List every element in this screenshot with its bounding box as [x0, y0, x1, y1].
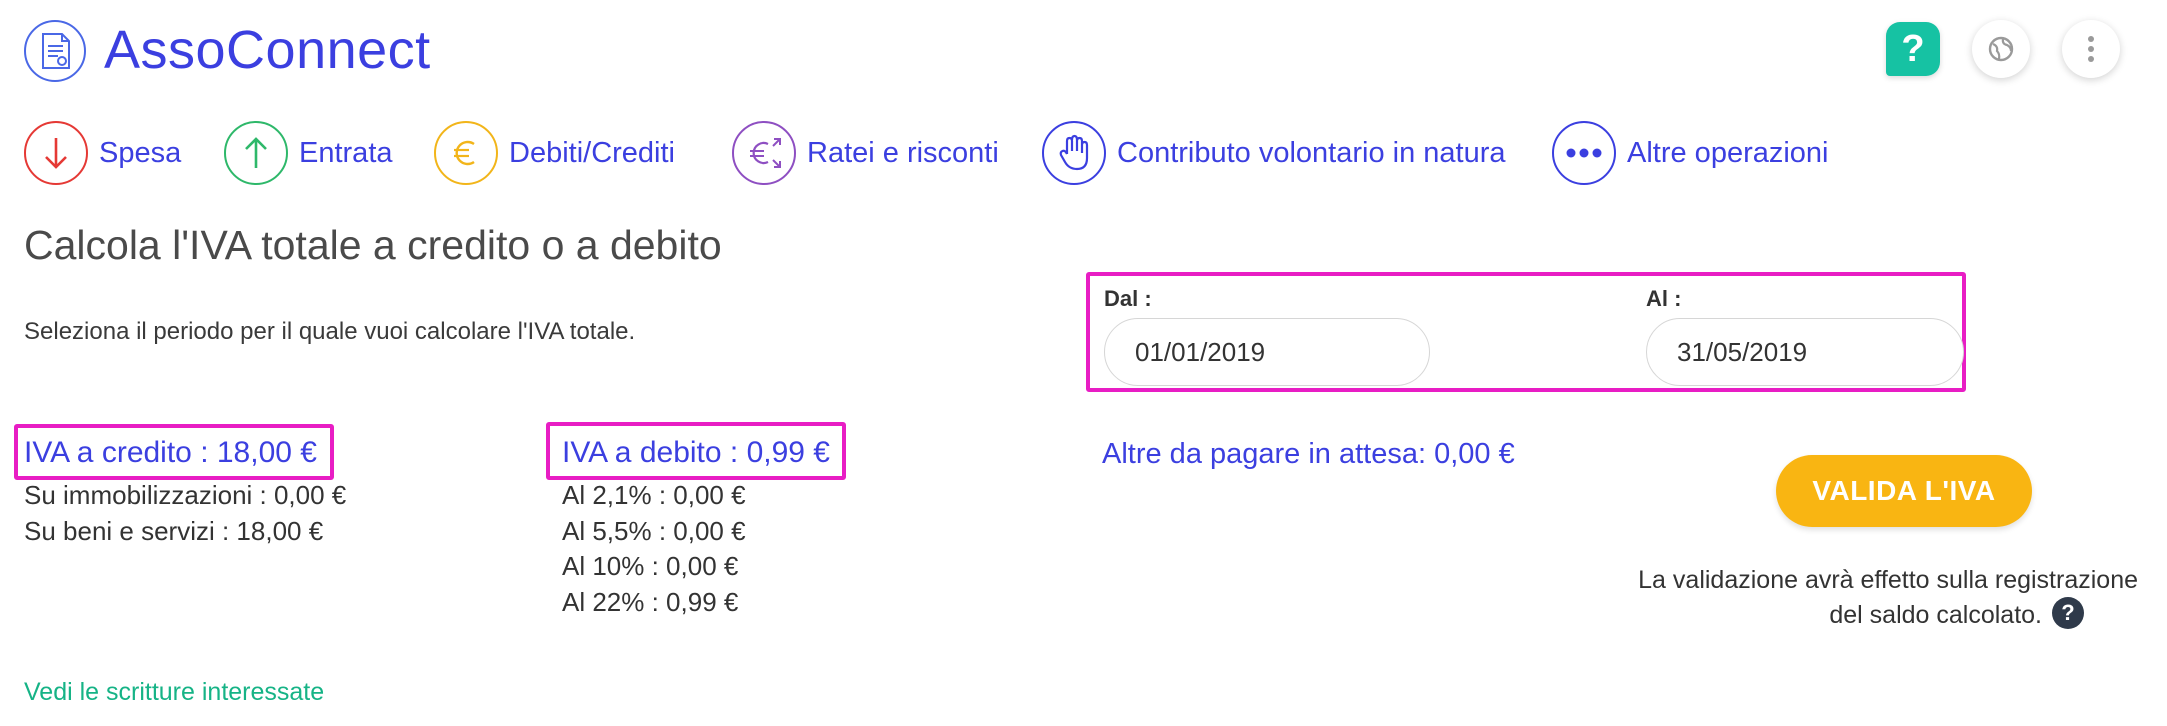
date-from-label: Dal : — [1104, 286, 1152, 311]
op-spesa[interactable]: Spesa — [24, 120, 181, 186]
euro-icon — [434, 121, 498, 185]
hand-icon — [1042, 121, 1106, 185]
validation-note: del saldo calcolato. — [1829, 601, 2042, 629]
debit-line: Al 2,1% : 0,00 € — [562, 480, 746, 510]
globe-button[interactable] — [1972, 20, 2030, 78]
arrow-down-icon — [24, 121, 88, 185]
op-ratei-risconti[interactable]: Ratei e risconti — [732, 120, 999, 186]
op-contributo-natura-label: Contributo volontario in natura — [1117, 136, 1506, 169]
more-dots-icon — [1552, 121, 1616, 185]
brand-title[interactable]: AssoConnect — [104, 16, 431, 84]
debit-line: Al 10% : 0,00 € — [562, 551, 739, 581]
iva-debit-total: IVA a debito : 0,99 € — [562, 436, 830, 469]
debit-line: Al 22% : 0,99 € — [562, 587, 739, 617]
credit-line: Su immobilizzazioni : 0,00 € — [24, 480, 347, 510]
app-logo-icon[interactable] — [24, 20, 86, 82]
date-to-label: Al : — [1646, 286, 1682, 311]
op-ratei-risconti-label: Ratei e risconti — [807, 136, 999, 169]
kebab-icon — [2088, 36, 2094, 62]
iva-credit-total: IVA a credito : 18,00 € — [24, 436, 317, 469]
validate-iva-button[interactable]: VALIDA L'IVA — [1776, 455, 2032, 527]
op-debiti-crediti[interactable]: Debiti/Crediti — [434, 120, 675, 186]
view-entries-link[interactable]: Vedi le scritture interessate — [24, 678, 324, 707]
help-circle-icon[interactable]: ? — [2052, 597, 2084, 629]
page-title: Calcola l'IVA totale a credito o a debit… — [24, 222, 722, 268]
op-entrata-label: Entrata — [299, 136, 393, 169]
op-entrata[interactable]: Entrata — [224, 120, 393, 186]
date-from-input[interactable] — [1104, 318, 1430, 386]
globe-icon — [1988, 36, 2014, 62]
op-altre-operazioni[interactable]: Altre operazioni — [1552, 120, 1829, 186]
op-debiti-crediti-label: Debiti/Crediti — [509, 136, 675, 169]
help-button[interactable]: ? — [1886, 22, 1940, 76]
more-menu-button[interactable] — [2062, 20, 2120, 78]
page-subtitle: Seleziona il periodo per il quale vuoi c… — [24, 318, 636, 345]
arrow-up-icon — [224, 121, 288, 185]
credit-line: Su beni e servizi : 18,00 € — [24, 516, 324, 546]
period-selector: Dal : Al : — [1086, 272, 1966, 392]
pending-amount: Altre da pagare in attesa: 0,00 € — [1102, 438, 1515, 470]
op-spesa-label: Spesa — [99, 136, 182, 169]
op-contributo-natura[interactable]: Contributo volontario in natura — [1042, 120, 1506, 186]
debit-line: Al 5,5% : 0,00 € — [562, 516, 746, 546]
validation-note: La validazione avrà effetto sulla regist… — [1638, 566, 2138, 594]
euro-cycle-icon — [732, 121, 796, 185]
date-to-input[interactable] — [1646, 318, 1964, 386]
op-altre-operazioni-label: Altre operazioni — [1627, 136, 1829, 169]
